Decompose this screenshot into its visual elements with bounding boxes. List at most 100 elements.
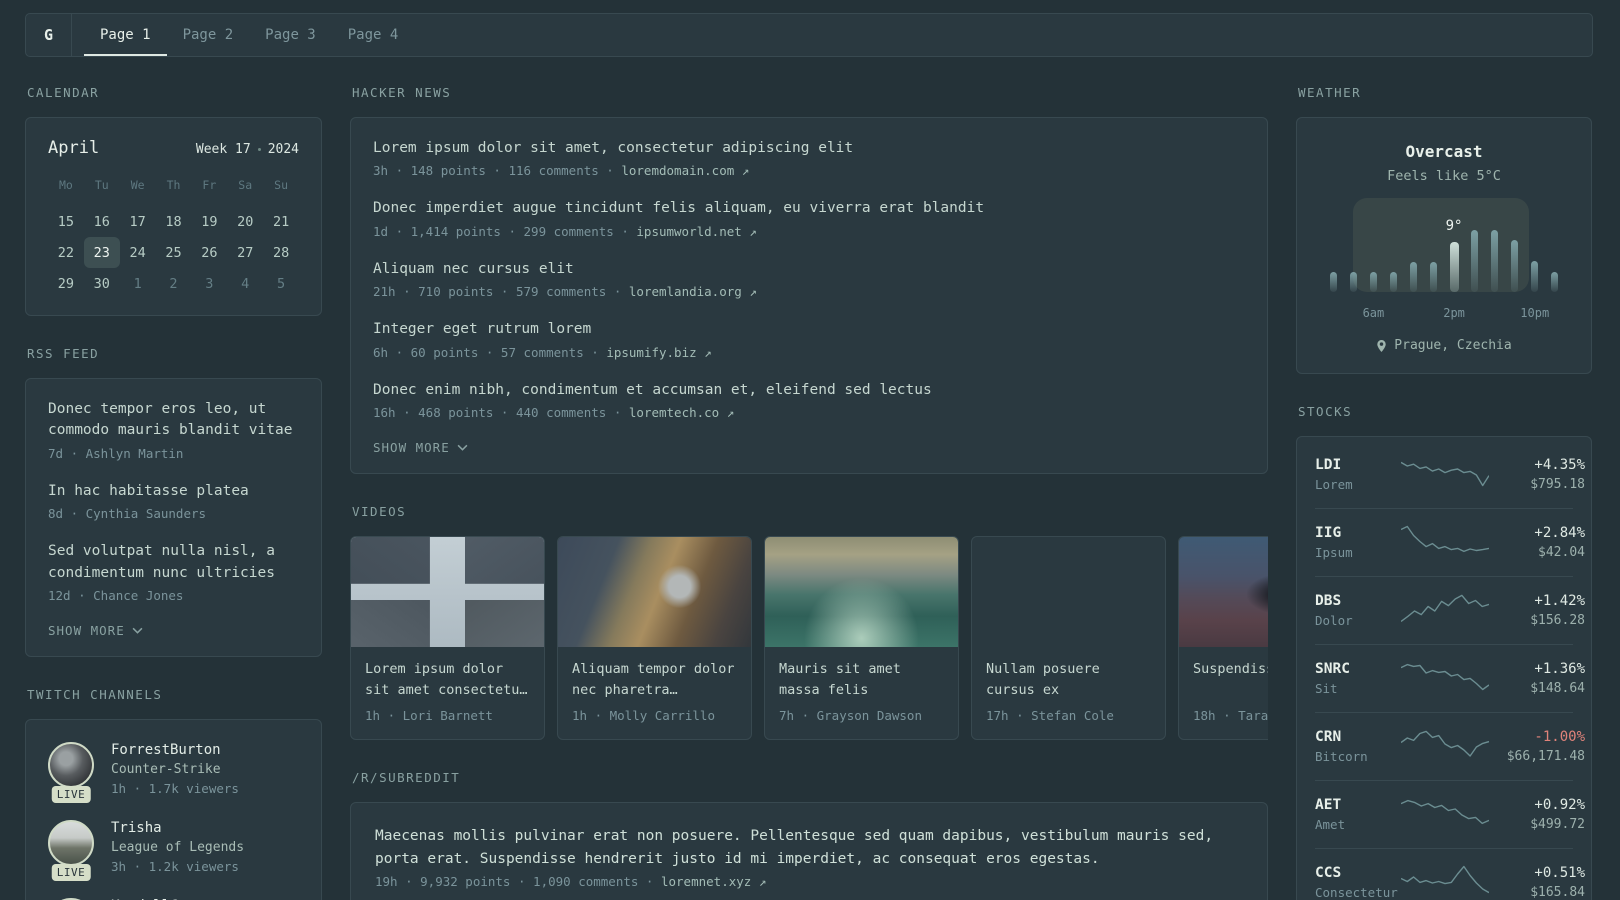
video-title[interactable]: Aliquam tempor dolor nec pharetra…	[572, 659, 737, 701]
video-card[interactable]: Suspendisse diam 18h · Tara	[1178, 536, 1268, 741]
reddit-post-stats: 19h · 9,932 points · 1,090 comments ·	[375, 874, 654, 890]
video-thumbnail[interactable]	[1179, 537, 1268, 648]
video-card[interactable]: Aliquam tempor dolor nec pharetra… 1h · …	[557, 536, 752, 741]
page-tab[interactable]: Page 3	[249, 14, 332, 56]
page-tab-label: Page 1	[100, 27, 151, 43]
hn-item-domain[interactable]: loremtech.co	[629, 405, 719, 420]
current-temp-label: 9°	[1445, 218, 1463, 234]
calendar-day: 25	[165, 244, 182, 261]
calendar-week-label: Week 17	[195, 142, 251, 157]
calendar-weekday-row: Mo Tu We Th Fr Sa Su	[48, 178, 299, 206]
stock-row[interactable]: AET Amet +0.92% $499.72	[1315, 780, 1585, 848]
weather-ticks: 6am 2pm 10pm	[1323, 306, 1565, 322]
stocks-widget: LDI Lorem +4.35% $795.18 IIG Ipsum +2.84…	[1296, 436, 1592, 900]
calendar-day: 2	[169, 275, 178, 292]
video-meta: 18h · Tara	[1193, 708, 1268, 724]
hn-item-domain[interactable]: ipsumworld.net	[636, 224, 741, 239]
time-tick: 2pm	[1443, 306, 1465, 320]
hn-item-domain[interactable]: loremdomain.com	[621, 163, 734, 178]
stock-row[interactable]: DBS Dolor +1.42% $156.28	[1315, 576, 1585, 644]
twitch-channel-row[interactable]: LIVE ForrestBurton Counter-Strike 1h · 1…	[48, 742, 299, 804]
video-thumbnail[interactable]	[558, 537, 751, 648]
hn-item-stats: 21h · 710 points · 579 comments ·	[373, 284, 622, 300]
external-link-icon: ↗	[749, 284, 757, 300]
stock-row[interactable]: CCS Consectetur +0.51% $165.84	[1315, 848, 1585, 900]
hn-item-stats: 1d · 1,414 points · 299 comments ·	[373, 223, 629, 239]
video-card-body: Lorem ipsum dolor sit amet consectetu… 1…	[351, 647, 544, 739]
temp-bar	[1490, 230, 1498, 292]
video-thumbnail[interactable]	[765, 537, 958, 648]
stock-row[interactable]: SNRC Sit +1.36% $148.64	[1315, 644, 1585, 712]
video-carousel: Lorem ipsum dolor sit amet consectetu… 1…	[350, 536, 1268, 741]
stock-values: +1.42% $156.28	[1489, 593, 1585, 628]
hacker-news-section-title: HACKER NEWS	[352, 85, 452, 100]
stock-change: +1.42%	[1534, 592, 1585, 609]
video-title[interactable]: Nullam posuere cursus ex	[986, 659, 1151, 701]
calendar-day: 27	[237, 244, 254, 261]
rss-item-meta: 12d · Chance Jones	[48, 588, 184, 604]
page-tab[interactable]: Page 1	[84, 14, 167, 56]
hn-item-title[interactable]: Integer eget rutrum lorem	[373, 319, 1245, 340]
location-pin-icon	[1377, 339, 1387, 352]
video-thumbnail[interactable]	[351, 537, 544, 648]
logo[interactable]: G	[26, 14, 72, 56]
video-title[interactable]: Suspendisse diam	[1193, 659, 1268, 701]
stock-name: Lorem	[1315, 476, 1353, 492]
stock-values: +1.36% $148.64	[1489, 661, 1585, 696]
weather-chart: 9° 6am 2pm 10pm	[1321, 198, 1567, 322]
external-link-icon: ↗	[704, 344, 712, 360]
calendar-day: 3	[205, 275, 214, 292]
stock-row[interactable]: LDI Lorem +4.35% $795.18	[1315, 441, 1585, 508]
rss-item-title[interactable]: In hac habitasse platea	[48, 481, 299, 502]
reddit-post-domain[interactable]: loremnet.xyz	[661, 874, 751, 889]
calendar-day: 24	[129, 244, 146, 261]
hacker-news-widget: Lorem ipsum dolor sit amet, consectetur …	[350, 117, 1268, 475]
weather-location-row[interactable]: Prague, Czechia	[1321, 338, 1567, 353]
channel-info: Trisha League of Legends 3h · 1.2k viewe…	[111, 820, 244, 874]
page-tab-label: Page 3	[265, 27, 316, 43]
weekday-label: Tu	[94, 178, 109, 192]
hn-item-title[interactable]: Lorem ipsum dolor sit amet, consectetur …	[373, 138, 1245, 159]
weather-widget: Overcast Feels like 5°C 9° 6am 2pm 10pm Pr…	[1296, 117, 1592, 374]
calendar-section-title: CALENDAR	[27, 85, 100, 100]
twitch-channel-row[interactable]: LIVE Trisha League of Legends 3h · 1.2k …	[48, 820, 299, 882]
video-title[interactable]: Lorem ipsum dolor sit amet consectetu…	[365, 659, 530, 701]
temp-bar	[1349, 272, 1357, 292]
stock-row[interactable]: IIG Ipsum +2.84% $42.04	[1315, 508, 1585, 576]
video-meta: 1h · Lori Barnett	[365, 708, 493, 724]
show-more-label: SHOW MORE	[373, 440, 450, 456]
video-card[interactable]: Mauris sit amet massa felis 7h · Grayson…	[764, 536, 959, 741]
hn-item-domain[interactable]: loremlandia.org	[629, 284, 742, 299]
rss-item-title[interactable]: Sed volutpat nulla nisl, a condimentum n…	[48, 541, 299, 584]
video-card[interactable]: Nullam posuere cursus ex 17h · Stefan Co…	[971, 536, 1166, 741]
temp-bar-slot	[1404, 198, 1424, 292]
weekday-label: We	[130, 178, 145, 192]
rss-list: Donec tempor eros leo, ut commodo mauris…	[48, 399, 299, 603]
calendar-month: April	[48, 138, 100, 158]
page-tab[interactable]: Page 4	[332, 14, 415, 56]
video-meta: 1h · Molly Carrillo	[572, 708, 715, 724]
video-card[interactable]: Lorem ipsum dolor sit amet consectetu… 1…	[350, 536, 545, 741]
temp-bar-slot	[1424, 198, 1444, 292]
rss-widget: Donec tempor eros leo, ut commodo mauris…	[25, 378, 322, 658]
twitch-section: TWITCH CHANNELS LIVE ForrestBurton Count…	[25, 687, 322, 900]
hn-item-title[interactable]: Donec enim nibh, condimentum et accumsan…	[373, 380, 1245, 401]
stocks-section-title: STOCKS	[1298, 404, 1353, 419]
rss-item-title[interactable]: Donec tempor eros leo, ut commodo mauris…	[48, 399, 299, 442]
temp-bar	[1369, 272, 1377, 292]
page-tab[interactable]: Page 2	[167, 14, 250, 56]
external-link-icon: ↗	[741, 163, 750, 179]
hn-show-more-button[interactable]: SHOW MORE	[373, 440, 1245, 455]
temp-bar-slot	[1505, 198, 1525, 292]
hn-item-title[interactable]: Donec imperdiet augue tincidunt felis al…	[373, 198, 1245, 219]
hn-item-domain[interactable]: ipsumify.biz	[606, 345, 696, 360]
hn-item-title[interactable]: Aliquam nec cursus elit	[373, 259, 1245, 280]
temp-bar	[1329, 272, 1337, 292]
video-thumbnail[interactable]	[972, 537, 1165, 647]
rss-show-more-button[interactable]: SHOW MORE	[48, 623, 299, 638]
stock-row[interactable]: CRN Bitcorn -1.00% $66,171.48	[1315, 712, 1585, 780]
reddit-post-title[interactable]: Maecenas mollis pulvinar erat non posuer…	[375, 825, 1243, 870]
stock-sparkline	[1400, 658, 1490, 698]
temp-bar	[1410, 262, 1418, 292]
video-title[interactable]: Mauris sit amet massa felis	[779, 659, 944, 701]
